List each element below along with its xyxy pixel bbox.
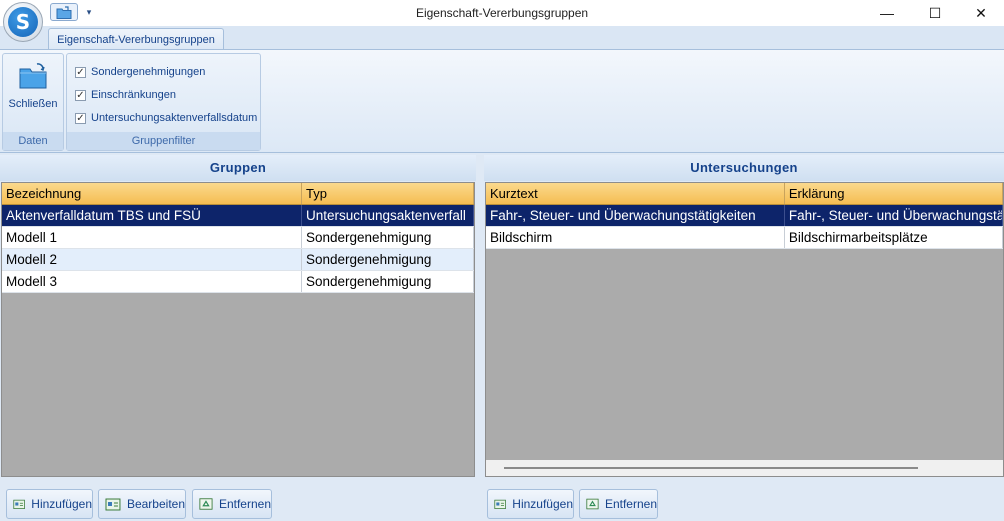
column-header-bezeichnung[interactable]: Bezeichnung xyxy=(2,183,302,204)
gruppen-grid[interactable]: Bezeichnung Typ Aktenverfalldatum TBS un… xyxy=(1,182,475,477)
recycle-icon xyxy=(199,498,213,510)
checkbox-sondergenehmigungen[interactable]: ✓ Sondergenehmigungen xyxy=(75,63,205,81)
gruppen-button-bar: Hinzufügen Bearbeiten Entfernen xyxy=(0,484,476,521)
gruppen-panel: Gruppen Bezeichnung Typ Aktenverfalldatu… xyxy=(0,155,476,521)
checkbox-einschraenkungen[interactable]: ✓ Einschränkungen xyxy=(75,86,176,104)
cell-typ: Sondergenehmigung xyxy=(302,271,474,292)
app-logo-icon: S xyxy=(8,7,38,37)
cell-typ: Sondergenehmigung xyxy=(302,227,474,248)
checkbox-label: Sondergenehmigungen xyxy=(91,66,206,78)
button-label: Bearbeiten xyxy=(126,497,185,511)
panel-splitter[interactable] xyxy=(476,155,484,521)
cell-kurztext: Fahr-, Steuer- und Überwachungstätigkeit… xyxy=(486,205,785,226)
close-folder-icon xyxy=(19,63,47,89)
recycle-icon xyxy=(586,498,599,510)
table-row[interactable]: Aktenverfalldatum TBS und FSÜ Untersuchu… xyxy=(2,205,474,227)
cell-typ: Untersuchungsaktenverfall xyxy=(302,205,474,226)
button-label: Entfernen xyxy=(604,497,657,511)
checkbox-checked-icon[interactable]: ✓ xyxy=(75,66,86,78)
ribbon-group-daten: Schließen Daten xyxy=(2,53,64,151)
scrollbar-thumb[interactable] xyxy=(504,467,918,469)
add-card-icon xyxy=(13,499,25,509)
checkbox-label: Untersuchungsaktenverfallsdatum xyxy=(91,112,258,124)
table-row[interactable]: Modell 3 Sondergenehmigung xyxy=(2,271,474,293)
ribbon: Schließen Daten ✓ Sondergenehmigungen ✓ … xyxy=(0,49,1004,153)
application-menu-button[interactable]: S xyxy=(3,2,43,42)
gruppen-remove-button[interactable]: Entfernen xyxy=(192,489,272,519)
ribbon-group-gruppenfilter: ✓ Sondergenehmigungen ✓ Einschränkungen … xyxy=(66,53,261,151)
table-row[interactable]: Bildschirm Bildschirmarbeitsplätze xyxy=(486,227,1003,249)
untersuchungen-panel-title: Untersuchungen xyxy=(484,155,1004,181)
gruppen-add-button[interactable]: Hinzufügen xyxy=(6,489,93,519)
table-row[interactable]: Fahr-, Steuer- und Überwachungstätigkeit… xyxy=(486,205,1003,227)
gruppen-panel-title: Gruppen xyxy=(0,155,476,181)
checkbox-untersuchungsaktenverfallsdatum[interactable]: ✓ Untersuchungsaktenverfallsdatum xyxy=(75,109,257,127)
tab-eigenschaft-vererbungsgruppen[interactable]: Eigenschaft-Vererbungsgruppen xyxy=(48,28,224,51)
button-label: Hinzufügen xyxy=(31,497,92,511)
minimize-button[interactable]: — xyxy=(864,0,910,26)
add-card-icon xyxy=(494,499,506,509)
edit-card-icon xyxy=(105,498,121,511)
gruppen-edit-button[interactable]: Bearbeiten xyxy=(98,489,186,519)
checkbox-label: Einschränkungen xyxy=(91,89,177,101)
ribbon-tab-strip: Eigenschaft-Vererbungsgruppen xyxy=(0,26,1004,51)
title-bar: ▾ Eigenschaft-Vererbungsgruppen — ☐ ✕ xyxy=(0,0,1004,26)
maximize-button[interactable]: ☐ xyxy=(912,0,958,26)
button-label: Hinzufügen xyxy=(512,497,573,511)
column-header-kurztext[interactable]: Kurztext xyxy=(486,183,785,204)
cell-erklaerung: Bildschirmarbeitsplätze xyxy=(785,227,1003,248)
close-button-label: Schließen xyxy=(8,98,58,110)
horizontal-scrollbar[interactable] xyxy=(486,460,1003,476)
table-row[interactable]: Modell 1 Sondergenehmigung xyxy=(2,227,474,249)
gruppen-grid-header: Bezeichnung Typ xyxy=(2,183,474,205)
table-row[interactable]: Modell 2 Sondergenehmigung xyxy=(2,249,474,271)
column-header-erklaerung[interactable]: Erklärung xyxy=(785,183,1003,204)
close-window-button[interactable]: ✕ xyxy=(958,0,1004,26)
cell-bezeichnung: Modell 2 xyxy=(2,249,302,270)
button-label: Entfernen xyxy=(218,497,271,511)
checkbox-checked-icon[interactable]: ✓ xyxy=(75,112,86,124)
close-button[interactable]: Schließen xyxy=(6,57,60,129)
cell-bezeichnung: Aktenverfalldatum TBS und FSÜ xyxy=(2,205,302,226)
cell-bezeichnung: Modell 1 xyxy=(2,227,302,248)
untersuchungen-panel: Untersuchungen Kurztext Erklärung Fahr-,… xyxy=(484,155,1004,521)
untersuchungen-grid[interactable]: Kurztext Erklärung Fahr-, Steuer- und Üb… xyxy=(485,182,1004,477)
untersuchungen-add-button[interactable]: Hinzufügen xyxy=(487,489,574,519)
untersuchungen-button-bar: Hinzufügen Entfernen xyxy=(484,484,1004,521)
cell-typ: Sondergenehmigung xyxy=(302,249,474,270)
cell-bezeichnung: Modell 3 xyxy=(2,271,302,292)
group-label-gruppenfilter: Gruppenfilter xyxy=(67,132,260,150)
group-label-daten: Daten xyxy=(3,132,63,150)
maximize-icon: ☐ xyxy=(928,4,942,21)
cell-erklaerung: Fahr-, Steuer- und Überwachungstätigkeit… xyxy=(785,205,1003,226)
close-icon: ✕ xyxy=(975,4,987,21)
checkbox-checked-icon[interactable]: ✓ xyxy=(75,89,86,101)
column-header-typ[interactable]: Typ xyxy=(302,183,474,204)
window-title: Eigenschaft-Vererbungsgruppen xyxy=(415,6,589,20)
untersuchungen-grid-header: Kurztext Erklärung xyxy=(486,183,1003,205)
cell-kurztext: Bildschirm xyxy=(486,227,785,248)
untersuchungen-remove-button[interactable]: Entfernen xyxy=(579,489,658,519)
minimize-icon: — xyxy=(880,5,894,21)
